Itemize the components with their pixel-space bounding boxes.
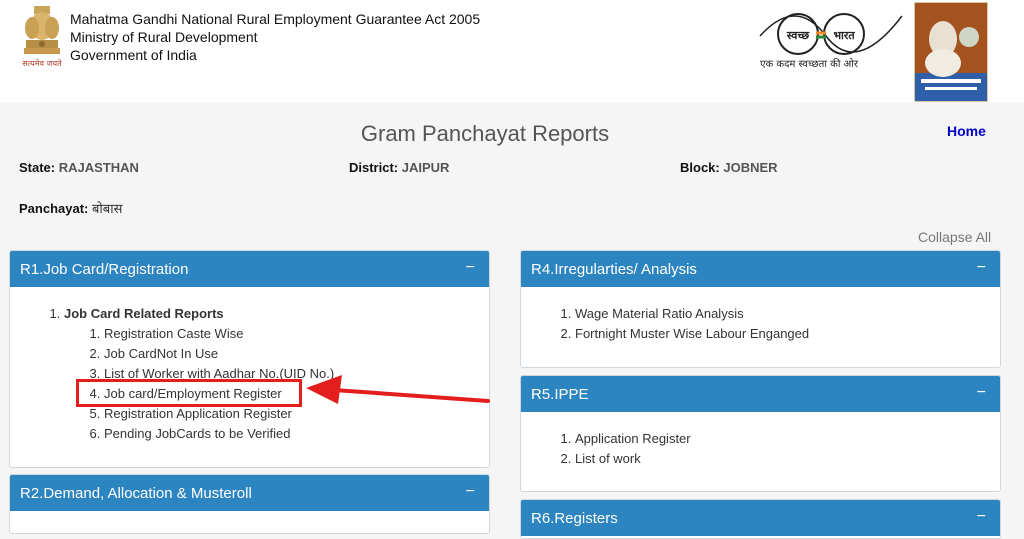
- report-item: Application Register: [575, 429, 1000, 449]
- bharat-text: भारत: [833, 29, 855, 42]
- government-name: Government of India: [70, 47, 197, 63]
- organization-name: Mahatma Gandhi National Rural Employment…: [70, 10, 480, 64]
- state-info: State: RAJASTHAN: [19, 160, 139, 175]
- panel-r5-header[interactable]: R5.IPPE −: [521, 376, 1000, 412]
- block-info: Block: JOBNER: [680, 160, 778, 175]
- report-list: Application Register List of work: [521, 429, 1000, 469]
- report-item: Fortnight Muster Wise Labour Enganged: [575, 324, 1000, 344]
- district-info: District: JAIPUR: [349, 160, 449, 175]
- ministry-name: Ministry of Rural Development: [70, 29, 258, 45]
- collapse-toggle-icon[interactable]: −: [466, 483, 475, 501]
- panel-r6-title: R6.Registers: [531, 509, 618, 527]
- district-value: JAIPUR: [401, 160, 450, 175]
- panel-r1-body: Job Card Related Reports Registration Ca…: [10, 287, 489, 444]
- report-link[interactable]: Application Register: [575, 431, 691, 446]
- panchayat-value: बोबास: [92, 202, 123, 217]
- panel-r5-body: Application Register List of work: [521, 412, 1000, 469]
- report-link[interactable]: Fortnight Muster Wise Labour Enganged: [575, 326, 809, 341]
- report-list: Wage Material Ratio Analysis Fortnight M…: [521, 304, 1000, 344]
- panel-r4-body: Wage Material Ratio Analysis Fortnight M…: [521, 287, 1000, 344]
- report-link[interactable]: Pending JobCards to be Verified: [104, 426, 290, 441]
- panel-r1-header[interactable]: R1.Job Card/Registration −: [10, 251, 489, 287]
- collapse-toggle-icon[interactable]: −: [466, 259, 475, 277]
- state-value: RAJASTHAN: [58, 160, 139, 175]
- report-link[interactable]: Registration Caste Wise: [104, 326, 243, 341]
- panel-r4-header[interactable]: R4.Irregularties/ Analysis −: [521, 251, 1000, 287]
- report-group-title: Job Card Related Reports: [64, 306, 224, 321]
- panchayat-info: Panchayat: बोबास: [19, 199, 122, 217]
- swachh-tagline: एक कदम स्वच्छता की ओर: [760, 59, 858, 70]
- annotation-arrow-icon: [306, 375, 490, 404]
- report-item: Registration Caste Wise: [104, 324, 489, 344]
- panel-r5-title: R5.IPPE: [531, 385, 589, 403]
- collapse-toggle-icon[interactable]: −: [977, 259, 986, 277]
- district-label: District:: [349, 160, 399, 175]
- report-link[interactable]: Wage Material Ratio Analysis: [575, 306, 744, 321]
- panel-r5: R5.IPPE − Application Register List of w…: [520, 375, 1001, 492]
- act-name: Mahatma Gandhi National Rural Employment…: [70, 11, 481, 27]
- highlight-box: [76, 379, 302, 407]
- panel-r6-header[interactable]: R6.Registers −: [521, 500, 1000, 536]
- emblem-motto: सत्यमेव जयते: [22, 58, 62, 68]
- report-item: Job CardNot In Use: [104, 344, 489, 364]
- home-link[interactable]: Home: [947, 123, 986, 139]
- panel-r1: R1.Job Card/Registration − Job Card Rela…: [9, 250, 490, 468]
- report-link[interactable]: Registration Application Register: [104, 406, 292, 421]
- panchayat-label: Panchayat:: [19, 201, 89, 216]
- block-value: JOBNER: [723, 160, 778, 175]
- report-item: Wage Material Ratio Analysis: [575, 304, 1000, 324]
- block-label: Block:: [680, 160, 720, 175]
- report-item: Pending JobCards to be Verified: [104, 424, 489, 444]
- report-link[interactable]: Job CardNot In Use: [104, 346, 218, 361]
- report-item: List of work: [575, 449, 1000, 469]
- collapse-all-link[interactable]: Collapse All: [918, 229, 991, 245]
- collapse-toggle-icon[interactable]: −: [977, 384, 986, 402]
- panel-r4: R4.Irregularties/ Analysis − Wage Materi…: [520, 250, 1001, 368]
- mahatma-gandhi-portrait: [914, 2, 988, 102]
- panel-r2-header[interactable]: R2.Demand, Allocation & Musteroll −: [10, 475, 489, 511]
- site-header: सत्यमेव जयते Mahatma Gandhi National Rur…: [0, 0, 1024, 102]
- swachh-text: स्वच्छ: [786, 29, 810, 42]
- panel-r1-title: R1.Job Card/Registration: [20, 260, 189, 278]
- state-label: State:: [19, 160, 56, 175]
- panel-r2-title: R2.Demand, Allocation & Musteroll: [20, 484, 252, 502]
- report-link[interactable]: List of work: [575, 451, 641, 466]
- collapse-toggle-icon[interactable]: −: [977, 508, 986, 526]
- panel-r4-title: R4.Irregularties/ Analysis: [531, 260, 697, 278]
- page-title: Gram Panchayat Reports: [360, 121, 610, 146]
- panel-r2: R2.Demand, Allocation & Musteroll −: [9, 474, 490, 534]
- national-emblem-icon: सत्यमेव जयते: [22, 6, 62, 68]
- panel-r6: R6.Registers −: [520, 499, 1001, 539]
